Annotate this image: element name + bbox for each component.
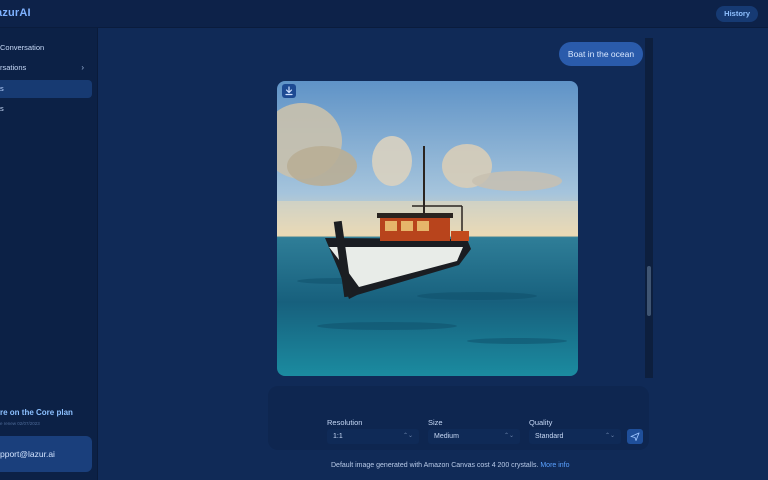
support-email-button[interactable]: pport@lazur.ai (0, 436, 92, 472)
plan-title: re on the Core plan (0, 408, 73, 417)
history-button[interactable]: History (716, 6, 758, 22)
app-logo[interactable]: azurAI (0, 7, 31, 19)
resolution-label: Resolution (327, 418, 363, 427)
plan-renewal: e renew 02/07/2023 (0, 421, 40, 426)
send-icon (630, 432, 640, 441)
quality-value: Standard (535, 433, 564, 440)
sidebar-item-images[interactable]: s (0, 80, 92, 98)
sidebar-item-other[interactable]: s (0, 100, 92, 118)
size-label: Size (428, 418, 443, 427)
quality-label: Quality (529, 418, 553, 427)
scrollbar-track[interactable] (645, 38, 653, 378)
resolution-value: 1:1 (333, 433, 343, 440)
top-bar: azurAI History (0, 0, 768, 28)
download-button[interactable] (282, 84, 296, 98)
sidebar-item-new-conversation[interactable]: Conversation (0, 39, 92, 57)
updown-icon: ⌃⌄ (503, 433, 514, 439)
boat-image (277, 103, 578, 344)
sidebar-item-label: Conversation (0, 43, 45, 52)
footer-note: Default image generated with Amazon Canv… (331, 462, 570, 469)
chevron-right-icon: › (81, 63, 84, 72)
sidebar-item-label: rsations (0, 63, 27, 72)
user-message-bubble: Boat in the ocean (559, 42, 643, 66)
resolution-select[interactable]: 1:1 ⌃⌄ (327, 429, 419, 444)
updown-icon: ⌃⌄ (402, 433, 413, 439)
quality-select[interactable]: Standard ⌃⌄ (529, 429, 621, 444)
updown-icon: ⌃⌄ (604, 433, 615, 439)
sidebar-item-label: s (0, 104, 4, 113)
size-select[interactable]: Medium ⌃⌄ (428, 429, 520, 444)
more-info-link[interactable]: More info (540, 462, 569, 469)
download-icon (285, 86, 293, 96)
scrollbar-thumb[interactable] (647, 266, 651, 316)
size-value: Medium (434, 433, 459, 440)
sidebar: Conversation rsations › s s re on the Co… (0, 28, 98, 480)
send-button[interactable] (627, 429, 643, 444)
generated-image (277, 81, 578, 376)
sidebar-item-conversations[interactable]: rsations › (0, 59, 92, 77)
sidebar-item-label: s (0, 84, 4, 93)
footer-text: Default image generated with Amazon Canv… (331, 462, 539, 469)
